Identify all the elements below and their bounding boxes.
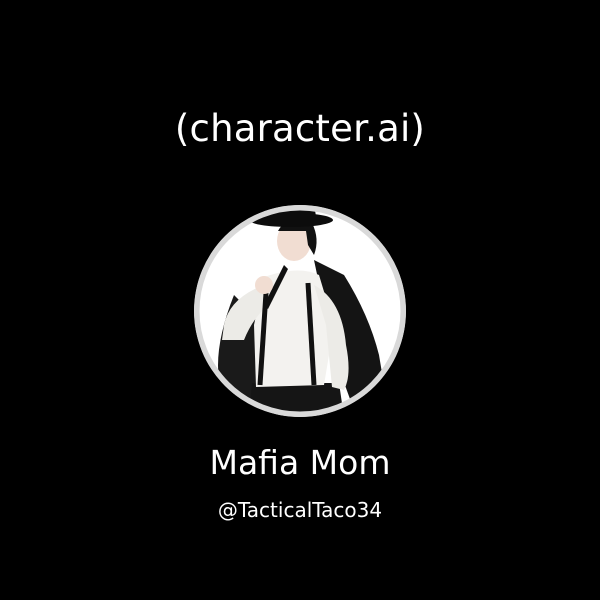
character-avatar[interactable] [194,205,406,417]
character-name: Mafia Mom [209,443,391,482]
brand-logo: (character.ai) [174,107,426,150]
character-portrait-icon [194,205,406,417]
character-card: (character.ai) Mafia Mom @TacticalTaco34 [0,0,600,600]
creator-handle[interactable]: @TacticalTaco34 [0,496,600,524]
